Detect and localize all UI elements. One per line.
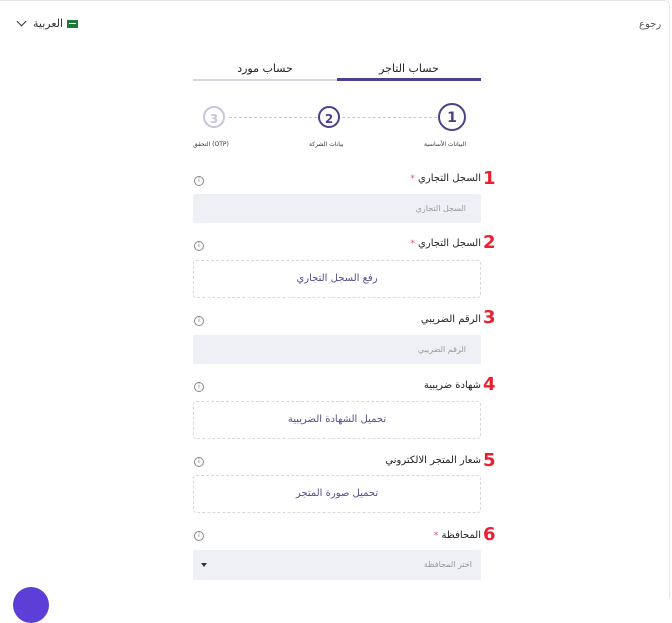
step-2-label: بيانات الشركة — [309, 141, 344, 148]
stepper-connector — [229, 117, 317, 118]
required-marker: * — [433, 531, 439, 541]
step-2-circle: 2 — [318, 106, 340, 128]
tax-number-input[interactable]: الرقم الضريبي — [193, 335, 481, 364]
field-label: * السجل التجاري — [410, 238, 481, 249]
field-label: شهادة ضريبية — [423, 380, 481, 391]
required-marker: * — [410, 174, 415, 184]
caret-down-icon — [201, 563, 207, 567]
tax-certificate-upload[interactable]: تحميل الشهادة الضريبية — [193, 401, 481, 439]
tab-underline-inactive — [193, 79, 337, 81]
language-label: العربية — [33, 17, 64, 30]
info-icon[interactable]: i — [194, 457, 204, 467]
commercial-register-input[interactable]: السجل التجاري — [193, 194, 481, 223]
store-logo-upload[interactable]: تحميل صورة المتجر — [193, 475, 481, 513]
field-marker: 1 — [483, 168, 496, 189]
chevron-down-icon — [16, 16, 27, 27]
field-label: شعار المتجر الالكتروني — [385, 455, 481, 466]
step-1-circle: 1 — [438, 103, 466, 131]
flag-icon — [67, 19, 79, 28]
info-icon[interactable]: i — [194, 176, 204, 186]
info-icon[interactable]: i — [194, 241, 204, 251]
language-selector[interactable]: العربية — [16, 16, 79, 30]
commercial-register-upload[interactable]: رفع السجل التجاري — [193, 260, 481, 298]
info-icon[interactable]: i — [194, 531, 204, 541]
tab-underline-active — [337, 78, 481, 81]
floating-chat-button[interactable] — [13, 587, 49, 623]
field-marker: 3 — [483, 307, 496, 328]
select-placeholder: اختر المحافظة — [423, 560, 472, 569]
field-marker: 4 — [483, 374, 496, 395]
info-icon[interactable]: i — [194, 316, 204, 326]
step-1-label: البيانات الأساسية — [424, 141, 466, 148]
field-label: الرقم الضريبي — [420, 314, 481, 325]
field-marker: 5 — [483, 450, 496, 471]
required-marker: * — [410, 239, 415, 249]
info-icon[interactable]: i — [194, 382, 204, 392]
field-marker: 6 — [483, 524, 496, 545]
step-3-label: التحقق (OTP) — [193, 141, 229, 148]
field-label: * المحافظة — [433, 530, 481, 541]
field-marker: 2 — [483, 232, 496, 253]
back-link[interactable]: رجوع — [639, 19, 661, 30]
stepper-connector — [342, 117, 437, 118]
step-3-circle: 3 — [203, 106, 225, 128]
field-label: * السجل التجاري — [410, 173, 481, 184]
governorate-select[interactable]: اختر المحافظة — [193, 550, 481, 580]
